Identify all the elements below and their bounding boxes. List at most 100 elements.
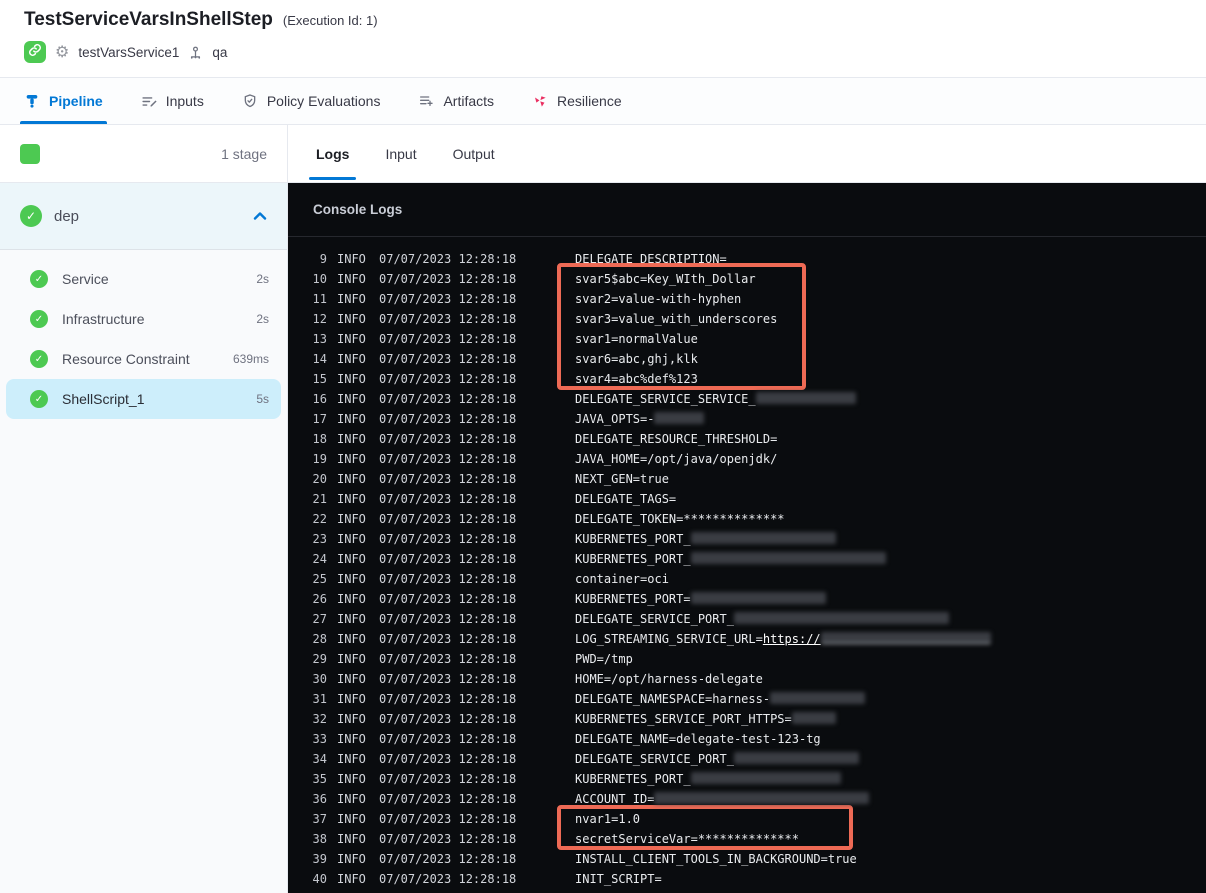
redacted-value (733, 612, 949, 624)
console-log-body[interactable]: 9 INFO 07/07/2023 12:28:18 DELEGATE_DESCRIP… (288, 237, 1206, 893)
log-text: ACCOUNT_ID= (575, 792, 655, 806)
service-name: testVarsService1 (78, 44, 180, 60)
log-line-number: 37 (312, 812, 327, 826)
log-line: 39 INFO 07/07/2023 12:28:18 INSTALL_CLIENT_… (288, 849, 1206, 869)
log-message: KUBERNETES_PORT_ (575, 549, 886, 569)
tab-label: Logs (316, 145, 350, 162)
tab-output[interactable]: Output (450, 125, 498, 182)
log-level: INFO (337, 792, 366, 806)
log-line: 15 INFO 07/07/2023 12:28:18 svar4=abc%def%1… (288, 369, 1206, 389)
log-text: JAVA_OPTS=- (575, 412, 655, 426)
log-line: 20 INFO 07/07/2023 12:28:18 NEXT_GEN=true (288, 469, 1206, 489)
log-text: INSTALL_CLIENT_TOOLS_IN_BACKGROUND=true (575, 852, 857, 866)
redacted-value (654, 792, 870, 804)
log-message: ACCOUNT_ID= (575, 789, 870, 809)
step-item-service[interactable]: ✓ Service 2s (6, 259, 281, 299)
log-level: INFO (337, 672, 366, 686)
tab-label: Output (452, 145, 495, 162)
log-line: 16 INFO 07/07/2023 12:28:18 DELEGATE_SERVIC… (288, 389, 1206, 409)
step-duration: 2s (256, 312, 269, 326)
log-line: 32 INFO 07/07/2023 12:28:18 KUBERNETES_SERV… (288, 709, 1206, 729)
tab-label: Resilience (557, 93, 622, 109)
log-line-number: 40 (312, 872, 327, 886)
log-line: 9 INFO 07/07/2023 12:28:18 DELEGATE_DESCRIP… (288, 249, 1206, 269)
log-text: svar5$abc=Key_WIth_Dollar (575, 272, 756, 286)
tab-policy-evaluations[interactable]: Policy Evaluations (240, 78, 383, 124)
log-level: INFO (337, 772, 366, 786)
log-level: INFO (337, 612, 366, 626)
tab-artifacts[interactable]: Artifacts (416, 78, 496, 124)
log-line: 34 INFO 07/07/2023 12:28:18 DELEGATE_SERVIC… (288, 749, 1206, 769)
log-text: LOG_STREAMING_SERVICE_URL= (575, 632, 763, 646)
tab-resilience[interactable]: Resilience (530, 78, 624, 124)
log-line: 26 INFO 07/07/2023 12:28:18 KUBERNETES_PORT… (288, 589, 1206, 609)
tab-logs[interactable]: Logs (308, 125, 357, 182)
redacted-value (690, 552, 886, 564)
stage-count-label: 1 stage (221, 145, 267, 162)
chevron-up-icon[interactable] (253, 211, 267, 221)
log-timestamp: 07/07/2023 12:28:18 (379, 632, 517, 646)
log-message: DELEGATE_RESOURCE_THRESHOLD= (575, 429, 777, 449)
log-line-number: 24 (312, 552, 327, 566)
log-message: DELEGATE_SERVICE_SERVICE_ (575, 389, 856, 409)
delegate-icon (188, 45, 203, 60)
step-name: Infrastructure (62, 311, 145, 327)
log-timestamp: 07/07/2023 12:28:18 (379, 612, 517, 626)
stage-item-dep[interactable]: ✓ dep (0, 183, 287, 250)
log-message: PWD=/tmp (575, 649, 633, 669)
log-timestamp: 07/07/2023 12:28:18 (379, 252, 517, 266)
tab-pipeline[interactable]: Pipeline (20, 78, 107, 124)
log-text: DELEGATE_NAME=delegate-test-123-tg (575, 732, 821, 746)
log-line: 36 INFO 07/07/2023 12:28:18 ACCOUNT_ID= (288, 789, 1206, 809)
log-timestamp: 07/07/2023 12:28:18 (379, 472, 517, 486)
redacted-value (654, 412, 705, 424)
log-timestamp: 07/07/2023 12:28:18 (379, 752, 517, 766)
log-message: NEXT_GEN=true (575, 469, 669, 489)
log-line-number: 14 (312, 352, 327, 366)
log-timestamp: 07/07/2023 12:28:18 (379, 372, 517, 386)
step-name: ShellScript_1 (62, 391, 145, 407)
gear-icon: ⚙ (55, 42, 70, 61)
log-line-number: 9 (319, 252, 327, 266)
log-timestamp: 07/07/2023 12:28:18 (379, 332, 517, 346)
log-message: container=oci (575, 569, 669, 589)
step-item-resource-constraint[interactable]: ✓ Resource Constraint 639ms (6, 339, 281, 379)
log-text: svar4=abc%def%123 (575, 372, 698, 386)
step-duration: 2s (256, 272, 269, 286)
step-item-shellscript-1[interactable]: ✓ ShellScript_1 5s (6, 379, 281, 419)
log-level: INFO (337, 732, 366, 746)
log-line: 17 INFO 07/07/2023 12:28:18 JAVA_OPTS=- (288, 409, 1206, 429)
console-logs-header: Console Logs (288, 183, 1206, 237)
check-circle-icon: ✓ (30, 270, 48, 288)
log-message: LOG_STREAMING_SERVICE_URL=https:// (575, 629, 991, 649)
environment-name: qa (212, 44, 228, 60)
log-message: DELEGATE_TOKEN=************** (575, 509, 785, 529)
log-message: nvar1=1.0 (575, 809, 640, 829)
step-item-infrastructure[interactable]: ✓ Infrastructure 2s (6, 299, 281, 339)
log-message: KUBERNETES_PORT= (575, 589, 826, 609)
log-line-number: 16 (312, 392, 327, 406)
log-line-number: 35 (312, 772, 327, 786)
log-line: 35 INFO 07/07/2023 12:28:18 KUBERNETES_PORT… (288, 769, 1206, 789)
tab-inputs[interactable]: Inputs (139, 78, 206, 124)
log-text: PWD=/tmp (575, 652, 633, 666)
log-message: DELEGATE_SERVICE_PORT_ (575, 609, 949, 629)
check-circle-icon: ✓ (30, 350, 48, 368)
redacted-value (755, 392, 856, 404)
log-timestamp: 07/07/2023 12:28:18 (379, 292, 517, 306)
log-line-number: 30 (312, 672, 327, 686)
log-line: 40 INFO 07/07/2023 12:28:18 INIT_SCRIPT= (288, 869, 1206, 889)
log-text: KUBERNETES_PORT_ (575, 532, 691, 546)
deployment-status-badge (24, 41, 46, 63)
log-link[interactable]: https:// (763, 632, 821, 646)
tab-input[interactable]: Input (382, 125, 419, 182)
log-text: DELEGATE_NAMESPACE=harness- (575, 692, 771, 706)
log-level: INFO (337, 572, 366, 586)
log-message: svar3=value_with_underscores (575, 309, 777, 329)
step-duration: 639ms (232, 352, 269, 366)
log-timestamp: 07/07/2023 12:28:18 (379, 732, 517, 746)
log-timestamp: 07/07/2023 12:28:18 (379, 312, 517, 326)
log-level: INFO (337, 412, 366, 426)
log-timestamp: 07/07/2023 12:28:18 (379, 792, 517, 806)
log-line: 23 INFO 07/07/2023 12:28:18 KUBERNETES_PORT… (288, 529, 1206, 549)
